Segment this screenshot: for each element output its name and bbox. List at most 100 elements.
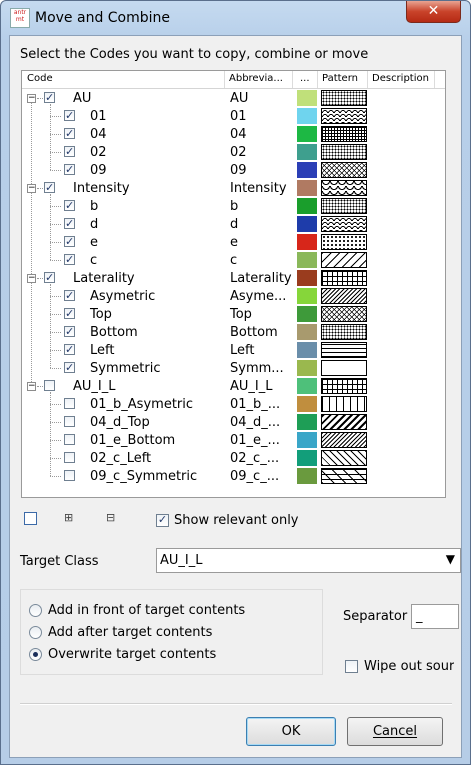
wipe-out-checkbox[interactable] <box>345 660 358 673</box>
radio-add-after[interactable] <box>29 626 42 639</box>
tree-row-color-swatch[interactable] <box>297 234 317 250</box>
cancel-button[interactable]: Cancel <box>347 717 443 746</box>
tree-row[interactable]: ✓ 02 02 <box>22 143 445 161</box>
show-relevant-checkbox[interactable]: ✓ <box>156 514 169 527</box>
tree-row[interactable]: 01_e_Bottom 01_e_... <box>22 431 445 449</box>
tree-row-checkbox[interactable] <box>64 452 75 463</box>
collapse-icon[interactable]: − <box>27 382 36 391</box>
tree-row-color-swatch[interactable] <box>297 360 317 376</box>
show-relevant-label[interactable]: Show relevant only <box>174 513 299 528</box>
tree-row-checkbox[interactable] <box>64 398 75 409</box>
tree-row[interactable]: ✓ c c <box>22 251 445 269</box>
tree-row-checkbox[interactable]: ✓ <box>64 308 75 319</box>
select-none-icon[interactable] <box>24 512 37 525</box>
separator-input[interactable]: _ <box>411 604 459 629</box>
tree-row[interactable]: ✓ Top Top <box>22 305 445 323</box>
tree-row[interactable]: ✓ Bottom Bottom <box>22 323 445 341</box>
radio-add-front-label[interactable]: Add in front of target contents <box>48 603 245 618</box>
tree-row-checkbox[interactable]: ✓ <box>64 362 75 373</box>
column-pattern[interactable]: Pattern <box>322 73 358 84</box>
tree-row[interactable]: ✓ Left Left <box>22 341 445 359</box>
tree-row-color-swatch[interactable] <box>297 216 317 232</box>
tree-row-pattern[interactable] <box>321 324 367 340</box>
tree-group-row[interactable]: − ✓ Intensity Intensity <box>22 179 445 197</box>
tree-row-pattern[interactable] <box>321 234 367 250</box>
collapse-icon[interactable]: − <box>27 184 36 193</box>
wipe-out-label[interactable]: Wipe out source <box>364 659 454 674</box>
column-color[interactable]: ... <box>300 73 310 84</box>
tree-row-color-swatch[interactable] <box>297 450 317 466</box>
tree-row-checkbox[interactable] <box>64 434 75 445</box>
tree-row[interactable]: ✓ e e <box>22 233 445 251</box>
radio-overwrite[interactable] <box>29 648 42 661</box>
tree-row-pattern[interactable] <box>321 414 367 430</box>
tree-row-checkbox[interactable] <box>44 380 55 391</box>
tree-row[interactable]: ✓ d d <box>22 215 445 233</box>
code-tree[interactable]: Code Abbrevia... ... Pattern Description… <box>21 70 446 498</box>
tree-row-pattern[interactable] <box>321 252 367 268</box>
tree-row-pattern[interactable] <box>321 450 367 466</box>
column-code[interactable]: Code <box>27 73 53 84</box>
tree-row[interactable]: 02_c_Left 02_c_... <box>22 449 445 467</box>
tree-row-pattern[interactable] <box>321 126 367 142</box>
tree-row[interactable]: ✓ 01 01 <box>22 107 445 125</box>
tree-row-color-swatch[interactable] <box>297 324 317 340</box>
tree-row-pattern[interactable] <box>321 270 367 286</box>
tree-row-checkbox[interactable]: ✓ <box>64 218 75 229</box>
tree-row-color-swatch[interactable] <box>297 126 317 142</box>
tree-group-row[interactable]: − ✓ Laterality Laterality <box>22 269 445 287</box>
tree-group-row[interactable]: − AU_I_L AU_I_L <box>22 377 445 395</box>
tree-row-pattern[interactable] <box>321 342 367 358</box>
tree-row-color-swatch[interactable] <box>297 144 317 160</box>
tree-row-checkbox[interactable]: ✓ <box>64 128 75 139</box>
tree-row-pattern[interactable] <box>321 432 367 448</box>
tree-row-color-swatch[interactable] <box>297 270 317 286</box>
tree-row-pattern[interactable] <box>321 396 367 412</box>
tree-group-row[interactable]: − ✓ AU AU <box>22 89 445 107</box>
radio-add-after-label[interactable]: Add after target contents <box>48 625 212 640</box>
title-bar[interactable]: antr mt Move and Combine ✕ <box>1 1 470 35</box>
target-class-select[interactable]: AU_I_L ▼ <box>156 548 461 573</box>
column-abbreviation[interactable]: Abbrevia... <box>229 73 283 84</box>
radio-add-front[interactable] <box>29 604 42 617</box>
tree-row-color-swatch[interactable] <box>297 306 317 322</box>
tree-row-pattern[interactable] <box>321 180 367 196</box>
tree-row[interactable]: ✓ 09 09 <box>22 161 445 179</box>
ok-button[interactable]: OK <box>246 717 336 746</box>
tree-row-color-swatch[interactable] <box>297 414 317 430</box>
tree-row[interactable]: 01_b_Asymetric 01_b_... <box>22 395 445 413</box>
tree-row[interactable]: ✓ 04 04 <box>22 125 445 143</box>
tree-row-checkbox[interactable] <box>64 470 75 481</box>
tree-row-pattern[interactable] <box>321 378 367 394</box>
tree-row-color-swatch[interactable] <box>297 108 317 124</box>
tree-row-pattern[interactable] <box>321 108 367 124</box>
tree-row-color-swatch[interactable] <box>297 180 317 196</box>
tree-row[interactable]: ✓ Symmetric Symm... <box>22 359 445 377</box>
tree-row-color-swatch[interactable] <box>297 252 317 268</box>
tree-row-color-swatch[interactable] <box>297 432 317 448</box>
tree-row-pattern[interactable] <box>321 198 367 214</box>
tree-row-color-swatch[interactable] <box>297 198 317 214</box>
tree-row-checkbox[interactable]: ✓ <box>64 290 75 301</box>
tree-row-color-swatch[interactable] <box>297 342 317 358</box>
radio-overwrite-label[interactable]: Overwrite target contents <box>48 647 216 662</box>
tree-row-checkbox[interactable]: ✓ <box>44 272 55 283</box>
column-description[interactable]: Description <box>372 73 429 84</box>
tree-row-color-swatch[interactable] <box>297 378 317 394</box>
tree-row-pattern[interactable] <box>321 288 367 304</box>
tree-row-pattern[interactable] <box>321 90 367 106</box>
tree-row-color-swatch[interactable] <box>297 396 317 412</box>
tree-row-pattern[interactable] <box>321 306 367 322</box>
tree-row-color-swatch[interactable] <box>297 162 317 178</box>
tree-row-pattern[interactable] <box>321 162 367 178</box>
collapse-icon[interactable]: − <box>27 274 36 283</box>
collapse-all-icon[interactable]: ⊟ <box>106 511 115 524</box>
tree-row-checkbox[interactable]: ✓ <box>64 146 75 157</box>
tree-row[interactable]: 04_d_Top 04_d_... <box>22 413 445 431</box>
tree-row-pattern[interactable] <box>321 360 367 376</box>
tree-row-checkbox[interactable]: ✓ <box>64 236 75 247</box>
tree-row-checkbox[interactable]: ✓ <box>64 200 75 211</box>
collapse-icon[interactable]: − <box>27 94 36 103</box>
tree-row-checkbox[interactable] <box>64 416 75 427</box>
tree-row-checkbox[interactable]: ✓ <box>64 254 75 265</box>
